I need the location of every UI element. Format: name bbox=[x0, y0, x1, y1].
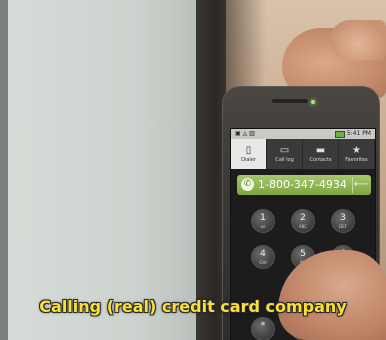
key-letters: GHI bbox=[259, 260, 267, 265]
dialed-number: 1-800-347-4934 bbox=[258, 178, 347, 191]
battery-icon bbox=[335, 131, 345, 138]
key-digit: 1 bbox=[260, 213, 266, 223]
key-letters: DEF bbox=[339, 224, 347, 229]
call-log-icon: ▭ bbox=[279, 145, 290, 156]
tab-label: Dialer bbox=[241, 157, 256, 163]
key-1[interactable]: 1 oo bbox=[251, 209, 275, 233]
phone-icon[interactable]: ✆ bbox=[241, 178, 254, 191]
contacts-icon: ▬ bbox=[315, 145, 326, 156]
tab-contacts[interactable]: ▬ Contacts bbox=[303, 139, 339, 169]
tab-label: Favorites bbox=[345, 157, 368, 163]
phone-led bbox=[311, 100, 315, 104]
tab-call-log[interactable]: ▭ Call log bbox=[267, 139, 303, 169]
key-star[interactable]: * bbox=[251, 317, 275, 340]
left-panel bbox=[0, 0, 200, 340]
tab-dialer[interactable]: ▯ Dialer bbox=[231, 139, 267, 169]
backspace-icon[interactable]: ⟵ bbox=[352, 177, 369, 193]
tab-favorites[interactable]: ★ Favorites bbox=[339, 139, 375, 169]
dialer-tabs: ▯ Dialer ▭ Call log ▬ Contacts ★ Favorit… bbox=[231, 139, 375, 169]
star-icon: ★ bbox=[352, 145, 361, 156]
dialer-icon: ▯ bbox=[245, 145, 252, 156]
dialed-number-bar[interactable]: ✆ 1-800-347-4934 ⟵ bbox=[237, 175, 371, 195]
phone-earpiece bbox=[272, 99, 308, 103]
status-icons: ▣ ◬ ▥ bbox=[235, 130, 255, 137]
status-bar: ▣ ◬ ▥ 5:41 PM bbox=[231, 129, 375, 139]
key-2[interactable]: 2 ABC bbox=[291, 209, 315, 233]
left-edge bbox=[0, 0, 8, 340]
key-digit: * bbox=[260, 321, 266, 331]
key-4[interactable]: 4 GHI bbox=[251, 245, 275, 269]
finger bbox=[330, 20, 386, 60]
key-3[interactable]: 3 DEF bbox=[331, 209, 355, 233]
status-time: 5:41 PM bbox=[346, 130, 371, 137]
video-frame: ▣ ◬ ▥ 5:41 PM ▯ Dialer ▭ Call log ▬ Cont… bbox=[0, 0, 386, 340]
key-digit: 4 bbox=[260, 249, 266, 259]
key-digit: 3 bbox=[340, 213, 346, 223]
tab-label: Call log bbox=[275, 157, 294, 163]
key-letters: oo bbox=[260, 224, 266, 229]
key-letters: ABC bbox=[298, 224, 308, 229]
tab-label: Contacts bbox=[309, 157, 332, 163]
key-digit: 2 bbox=[300, 213, 306, 223]
video-caption: Calling (real) credit card company bbox=[39, 297, 347, 316]
